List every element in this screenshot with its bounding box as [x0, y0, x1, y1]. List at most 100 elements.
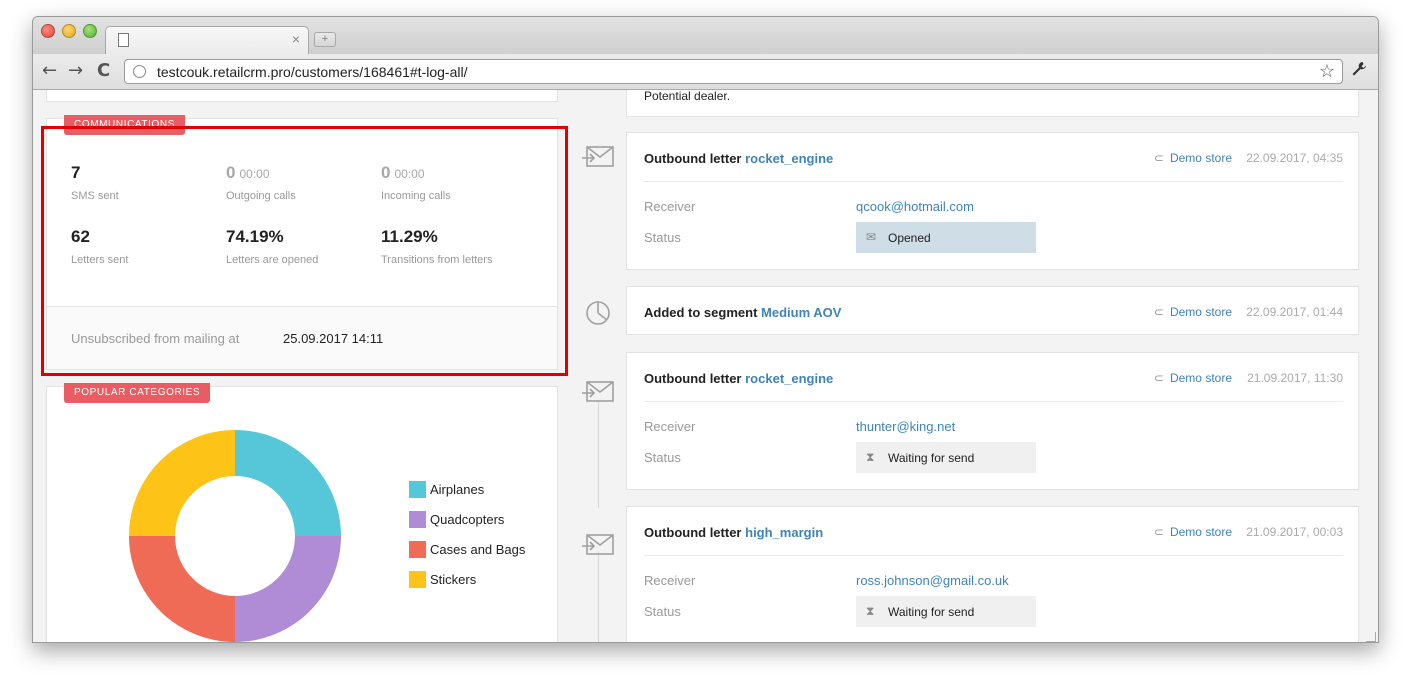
- stat-label: Letters are opened: [226, 254, 319, 266]
- page-icon: [118, 33, 129, 47]
- legend-label: Stickers: [430, 572, 477, 587]
- status-badge: ⧗ Waiting for send: [856, 596, 1036, 627]
- feed-card-segment: Added to segment Medium AOV ⊂ Demo store …: [626, 286, 1359, 335]
- globe-icon: [133, 65, 146, 78]
- note-text: Potential dealer.: [644, 90, 731, 103]
- stat-label: Outgoing calls: [226, 190, 296, 202]
- browser-window: × + ← → C testcouk.retailcrm.pro/custome…: [32, 16, 1379, 643]
- feed-date: 21.09.2017, 00:03: [1246, 525, 1343, 539]
- bookmark-star-icon[interactable]: ☆: [1319, 61, 1335, 82]
- feed-action: Outbound letter: [644, 371, 742, 386]
- store-name[interactable]: Demo store: [1170, 151, 1232, 165]
- stat-label: SMS sent: [71, 190, 119, 202]
- receiver-email[interactable]: thunter@king.net: [856, 419, 955, 434]
- receiver-label: Receiver: [644, 419, 696, 434]
- envelope-in-icon: [581, 379, 615, 405]
- store-name[interactable]: Demo store: [1170, 371, 1232, 385]
- donut-slice-airplanes[interactable]: [235, 430, 341, 536]
- wrench-icon[interactable]: [1351, 61, 1367, 81]
- divider: [644, 181, 1343, 182]
- segment-pie-icon: [581, 300, 615, 326]
- divider: [644, 401, 1343, 402]
- address-bar[interactable]: testcouk.retailcrm.pro/customers/168461#…: [124, 59, 1343, 84]
- envelope-icon: ✉: [866, 230, 877, 244]
- feed-target-link[interactable]: rocket_engine: [745, 151, 833, 166]
- store-name[interactable]: Demo store: [1170, 525, 1232, 539]
- reload-icon[interactable]: C: [97, 60, 110, 82]
- categories-donut-chart: [129, 430, 341, 642]
- stat-value: 62: [71, 227, 90, 246]
- receiver-label: Receiver: [644, 199, 696, 214]
- minimize-window-button[interactable]: [62, 24, 76, 38]
- feed-store[interactable]: ⊂ Demo store: [1154, 151, 1232, 165]
- stat-sms-sent: 7 SMS sent: [71, 163, 119, 202]
- unsubscribed-label: Unsubscribed from mailing at: [71, 331, 240, 346]
- store-icon: ⊂: [1153, 371, 1164, 385]
- popular-categories-badge: POPULAR CATEGORIES: [64, 383, 211, 403]
- feed-target-link[interactable]: rocket_engine: [745, 371, 833, 386]
- popular-categories-card: POPULAR CATEGORIES Airplanes Quadcopters…: [46, 383, 558, 642]
- unsubscribed-row: Unsubscribed from mailing at 25.09.2017 …: [47, 306, 557, 369]
- feed-card-letter: Outbound letter rocket_engine ⊂ Demo stor…: [626, 352, 1359, 490]
- left-column: COMMUNICATIONS 7 SMS sent 0 00:00 Outgoin…: [46, 90, 558, 642]
- feed-store[interactable]: ⊂ Demo store: [1154, 525, 1232, 539]
- new-tab-button[interactable]: +: [314, 32, 336, 47]
- forward-arrow-icon[interactable]: →: [68, 60, 83, 82]
- stat-value: 74.19%: [226, 227, 284, 246]
- browser-tab[interactable]: ×: [105, 26, 309, 54]
- feed-title: Outbound letter rocket_engine: [644, 151, 833, 166]
- status-badge: ✉ Opened: [856, 222, 1036, 253]
- zoom-window-button[interactable]: [83, 24, 97, 38]
- receiver-label: Receiver: [644, 573, 696, 588]
- legend-label: Quadcopters: [430, 512, 505, 527]
- unsubscribed-date: 25.09.2017 14:11: [283, 331, 384, 346]
- feed-title: Added to segment Medium AOV: [644, 305, 841, 320]
- page-viewport: COMMUNICATIONS 7 SMS sent 0 00:00 Outgoin…: [33, 90, 1378, 642]
- status-badge: ⧗ Waiting for send: [856, 442, 1036, 473]
- legend-label: Cases and Bags: [430, 542, 526, 557]
- donut-slice-quadcopters[interactable]: [235, 536, 341, 642]
- divider: [644, 555, 1343, 556]
- store-icon: ⊂: [1153, 525, 1164, 539]
- timeline-line: [598, 400, 599, 508]
- stat-value: 0: [226, 163, 236, 182]
- tab-close-icon[interactable]: ×: [292, 31, 300, 47]
- store-name[interactable]: Demo store: [1170, 305, 1232, 319]
- status-text: Waiting for send: [888, 451, 975, 465]
- feed-date: 22.09.2017, 01:44: [1246, 305, 1343, 319]
- donut-slice-stickers[interactable]: [129, 430, 235, 536]
- legend-swatch-cases-and-bags: [409, 541, 426, 558]
- receiver-email[interactable]: qcook@hotmail.com: [856, 199, 974, 214]
- envelope-in-icon: [581, 532, 615, 558]
- donut-slice-cases-and-bags[interactable]: [129, 536, 235, 642]
- status-text: Waiting for send: [888, 605, 975, 619]
- legend-label: Airplanes: [430, 482, 485, 497]
- hourglass-icon: ⧗: [866, 604, 875, 618]
- feed-card-letter: Outbound letter rocket_engine ⊂ Demo stor…: [626, 132, 1359, 270]
- stat-label: Incoming calls: [381, 190, 451, 202]
- stat-time: 00:00: [394, 167, 425, 181]
- url-text[interactable]: testcouk.retailcrm.pro/customers/168461#…: [157, 64, 467, 80]
- feed-target-link[interactable]: Medium AOV: [761, 305, 841, 320]
- back-arrow-icon[interactable]: ←: [42, 60, 57, 82]
- feed-store[interactable]: ⊂ Demo store: [1154, 305, 1232, 319]
- communications-card: COMMUNICATIONS 7 SMS sent 0 00:00 Outgoin…: [46, 115, 558, 370]
- legend-swatch-stickers: [409, 571, 426, 588]
- communications-badge: COMMUNICATIONS: [64, 115, 185, 135]
- status-label: Status: [644, 230, 681, 245]
- resize-grip[interactable]: [1366, 632, 1376, 642]
- feed-store[interactable]: ⊂ Demo store: [1154, 371, 1232, 385]
- feed-title: Outbound letter rocket_engine: [644, 371, 833, 386]
- feed-title: Outbound letter high_margin: [644, 525, 823, 540]
- envelope-in-icon: [581, 144, 615, 170]
- receiver-email[interactable]: ross.johnson@gmail.co.uk: [856, 573, 1009, 588]
- feed-date: 21.09.2017, 11:30: [1247, 371, 1343, 385]
- status-label: Status: [644, 604, 681, 619]
- feed-card-note: Potential dealer.: [626, 90, 1359, 117]
- previous-card: [46, 90, 558, 102]
- feed-date: 22.09.2017, 04:35: [1246, 151, 1343, 165]
- close-window-button[interactable]: [41, 24, 55, 38]
- stat-incoming-calls: 0 00:00 Incoming calls: [381, 163, 451, 202]
- feed-target-link[interactable]: high_margin: [745, 525, 823, 540]
- browser-toolbar: ← → C testcouk.retailcrm.pro/customers/1…: [33, 54, 1378, 90]
